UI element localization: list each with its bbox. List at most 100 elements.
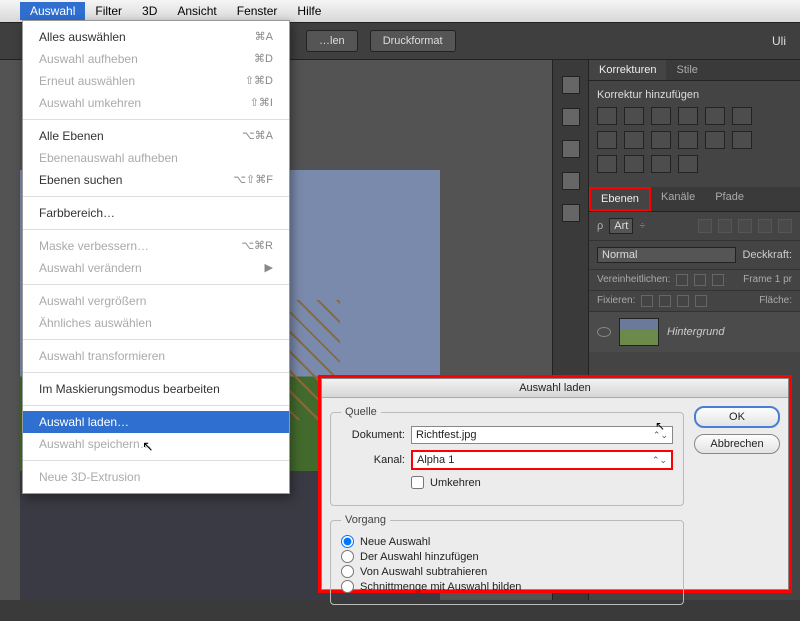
label-dokument: Dokument: (341, 429, 405, 441)
unify-label: Vereinheitlichen: (597, 274, 670, 286)
adj-icon[interactable] (678, 131, 698, 149)
label-subtrahieren: Von Auswahl subtrahieren (360, 566, 487, 578)
radio-neue-auswahl[interactable] (341, 535, 354, 548)
adj-icon[interactable] (597, 155, 617, 173)
strip-icon[interactable] (562, 108, 580, 126)
select-kanal[interactable]: Alpha 1⌃⌄ (411, 450, 673, 470)
adj-icon[interactable] (624, 155, 644, 173)
mi-auswahl-umkehren: Auswahl umkehren⇧⌘I (23, 92, 289, 114)
adj-icon[interactable] (678, 155, 698, 173)
lock-icon[interactable] (695, 295, 707, 307)
label-hinzufuegen: Der Auswahl hinzufügen (360, 551, 479, 563)
strip-icon[interactable] (562, 140, 580, 158)
radio-schnittmenge[interactable] (341, 580, 354, 593)
legend-vorgang: Vorgang (341, 514, 390, 526)
mi-neue-3d-extrusion: Neue 3D-Extrusion (23, 466, 289, 488)
menu-ansicht[interactable]: Ansicht (167, 2, 226, 20)
filter-image-icon[interactable] (698, 219, 712, 233)
blend-mode-select[interactable]: Normal (597, 247, 736, 263)
adj-icon[interactable] (705, 107, 725, 125)
eye-icon[interactable] (597, 327, 611, 337)
unify-icon[interactable] (676, 274, 688, 286)
layer-thumb (619, 318, 659, 346)
label-neue-auswahl: Neue Auswahl (360, 536, 430, 548)
adj-icon[interactable] (651, 155, 671, 173)
unify-icon[interactable] (694, 274, 706, 286)
mi-ebenenauswahl-aufheben: Ebenenauswahl aufheben (23, 147, 289, 169)
mi-auswahl-transformieren: Auswahl transformieren (23, 345, 289, 367)
panel-korrekturen-body: Korrektur hinzufügen (589, 81, 800, 187)
ok-button[interactable]: OK (694, 406, 780, 428)
mi-ebenen-suchen[interactable]: Ebenen suchen⌥⇧⌘F (23, 169, 289, 191)
filter-adjust-icon[interactable] (718, 219, 732, 233)
filter-smart-icon[interactable] (778, 219, 792, 233)
mi-alles-auswaehlen[interactable]: Alles auswählen⌘A (23, 26, 289, 48)
label-umkehren: Umkehren (430, 477, 481, 489)
user-label: Uli (772, 34, 786, 48)
radio-subtrahieren[interactable] (341, 565, 354, 578)
menu-auswahl[interactable]: Auswahl (20, 2, 85, 20)
panel-ebenen-body: ρ Art ÷ Normal Deckkraft: Vereinheitlich… (589, 212, 800, 352)
menu-3d[interactable]: 3D (132, 2, 167, 20)
unify-icon[interactable] (712, 274, 724, 286)
tab-stile[interactable]: Stile (666, 60, 707, 80)
adj-icon[interactable] (705, 131, 725, 149)
adj-icon[interactable] (732, 107, 752, 125)
adj-icon[interactable] (678, 107, 698, 125)
adj-icon[interactable] (597, 107, 617, 125)
toolbar-button-druckformat[interactable]: Druckformat (370, 30, 456, 52)
label-kanal: Kanal: (341, 454, 405, 466)
adj-icon[interactable] (651, 131, 671, 149)
adj-icon[interactable] (624, 131, 644, 149)
menubar: Auswahl Filter 3D Ansicht Fenster Hilfe (0, 0, 800, 22)
mi-maske-verbessern: Maske verbessern…⌥⌘R (23, 235, 289, 257)
dialog-title: Auswahl laden (322, 379, 788, 398)
menu-hilfe[interactable]: Hilfe (287, 2, 331, 20)
filter-shape-icon[interactable] (758, 219, 772, 233)
korrektur-title: Korrektur hinzufügen (597, 89, 792, 101)
layer-kind-select[interactable]: Art (609, 218, 633, 234)
radio-hinzufuegen[interactable] (341, 550, 354, 563)
tab-pfade[interactable]: Pfade (705, 187, 754, 211)
panel-ebenen-tabs: Ebenen Kanäle Pfade (589, 187, 800, 212)
lock-icon[interactable] (677, 295, 689, 307)
menu-filter[interactable]: Filter (85, 2, 132, 20)
strip-icon[interactable] (562, 76, 580, 94)
mi-auswahl-laden[interactable]: Auswahl laden… (23, 411, 289, 433)
cursor-icon: ↖ (655, 419, 665, 433)
lock-icon[interactable] (641, 295, 653, 307)
lock-icon[interactable] (659, 295, 671, 307)
layer-row[interactable]: Hintergrund (589, 312, 800, 352)
filter-text-icon[interactable] (738, 219, 752, 233)
opacity-label: Deckkraft: (742, 249, 792, 261)
checkbox-umkehren[interactable] (411, 476, 424, 489)
select-dokument[interactable]: Richtfest.jpg⌃⌄ (411, 426, 673, 444)
mi-farbbereich[interactable]: Farbbereich… (23, 202, 289, 224)
legend-quelle: Quelle (341, 406, 381, 418)
adj-icon[interactable] (624, 107, 644, 125)
mi-auswahl-aufheben: Auswahl aufheben⌘D (23, 48, 289, 70)
lock-label: Fixieren: (597, 295, 635, 307)
adj-icon[interactable] (651, 107, 671, 125)
frame-label: Frame 1 pr (743, 274, 792, 286)
tab-ebenen[interactable]: Ebenen (589, 187, 651, 211)
tab-korrekturen[interactable]: Korrekturen (589, 60, 666, 80)
strip-icon[interactable] (562, 172, 580, 190)
tab-kanaele[interactable]: Kanäle (651, 187, 705, 211)
cancel-button[interactable]: Abbrechen (694, 434, 780, 454)
panel-korrekturen-tabs: Korrekturen Stile (589, 60, 800, 81)
fieldset-quelle: Quelle Dokument: Richtfest.jpg⌃⌄ Kanal: … (330, 406, 684, 506)
menu-fenster[interactable]: Fenster (227, 2, 288, 20)
mi-aehnliches-auswaehlen: Ähnliches auswählen (23, 312, 289, 334)
menu-auswahl-dropdown: Alles auswählen⌘A Auswahl aufheben⌘D Ern… (22, 20, 290, 494)
toolbar-button-1[interactable]: …len (306, 30, 358, 52)
mi-auswahl-vergroessern: Auswahl vergrößern (23, 290, 289, 312)
mi-auswahl-veraendern: Auswahl verändern▶ (23, 257, 289, 279)
mi-maskierungsmodus[interactable]: Im Maskierungsmodus bearbeiten (23, 378, 289, 400)
mi-auswahl-speichern: Auswahl speichern… (23, 433, 289, 455)
adj-icon[interactable] (732, 131, 752, 149)
fill-label: Fläche: (759, 295, 792, 307)
mi-alle-ebenen[interactable]: Alle Ebenen⌥⌘A (23, 125, 289, 147)
strip-icon[interactable] (562, 204, 580, 222)
adj-icon[interactable] (597, 131, 617, 149)
